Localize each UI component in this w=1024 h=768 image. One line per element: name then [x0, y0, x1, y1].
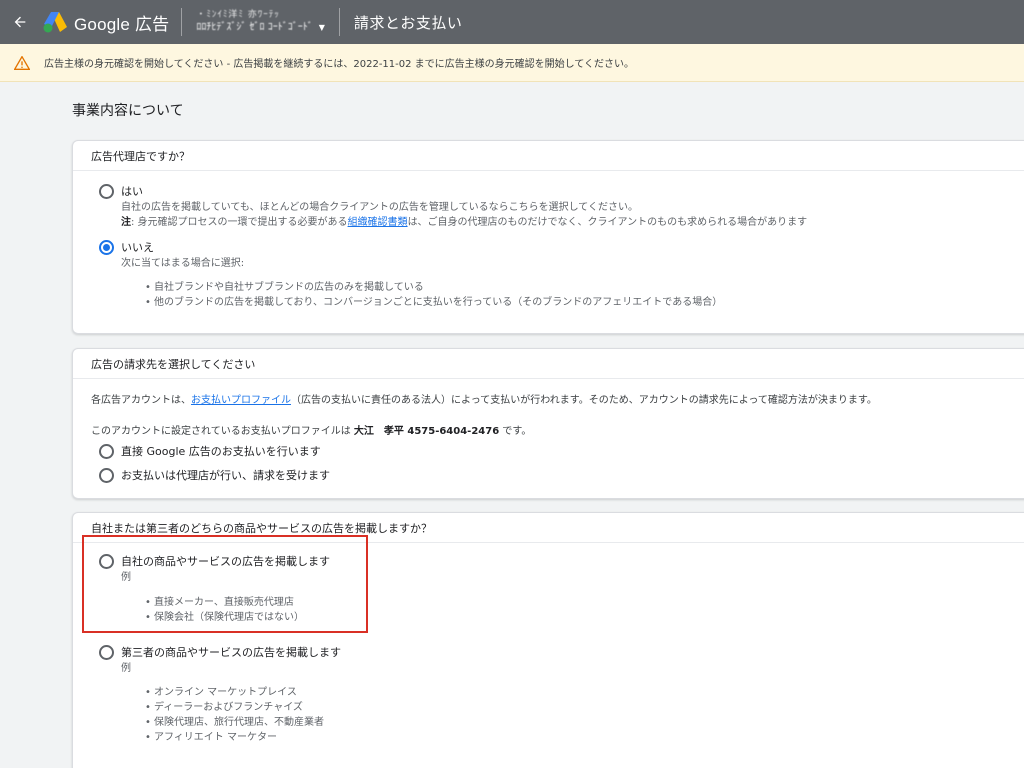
card-header: 広告の請求先を選択してください: [73, 349, 1024, 379]
arrow-back-icon: [14, 16, 26, 28]
agency-card: 広告代理店ですか？ はい 自社の広告を掲載していても、ほとんどの場合クライアント…: [72, 140, 1024, 334]
product-name: Google 広告: [74, 14, 170, 34]
chevron-down-icon: ▼: [318, 22, 325, 32]
option-desc: 次に当てはまる場合に選択:: [121, 258, 245, 269]
payment-profile-link[interactable]: お支払いプロファイル: [191, 395, 291, 406]
header-divider: [338, 8, 340, 36]
list-item: オンライン マーケットプレイス: [145, 685, 324, 700]
agency-yes-radio[interactable]: [99, 184, 114, 199]
option-note: 注: 身元確認プロセスの一環で提出する必要がある組織確認書類は、ご自身の代理店の…: [121, 213, 807, 228]
billing-direct-radio[interactable]: [99, 444, 114, 459]
info-text-end: （広告の支払いに責任のある法人）によって支払いが行われます。そのため、アカウント…: [291, 395, 877, 406]
agency-no-bullets: 自社ブランドや自社サブブランドの広告のみを掲載している 他のブランドの広告を掲載…: [145, 280, 722, 310]
list-item: 他のブランドの広告を掲載しており、コンバージョンごとに支払いを行っている（そのブ…: [145, 295, 722, 310]
note-text: : 身元確認プロセスの一環で提出する必要がある: [131, 217, 348, 228]
billing-agency-radio[interactable]: [99, 468, 114, 483]
google-ads-logo-icon: [43, 12, 67, 33]
list-item: 自社ブランドや自社サブブランドの広告のみを掲載している: [145, 280, 722, 295]
header-divider: [181, 8, 183, 36]
list-item: 保険代理店、旅行代理店、不動産業者: [145, 715, 324, 730]
top-bar: Google 広告 ・ﾐﾝｲﾐ洋ﾐ 亦ﾜｰﾃｯ ﾛﾛﾁﾋﾃﾞｽﾞｼﾞ ｾﾞﾛ ｺ…: [0, 0, 1024, 44]
list-item: アフィリエイト マーケター: [145, 730, 324, 745]
note-label: 注: [121, 217, 131, 228]
google-ads-logo[interactable]: Google 広告: [42, 10, 169, 35]
example-label: 例: [121, 663, 131, 674]
option-label: 直接 Google 広告のお支払いを行います: [121, 445, 321, 458]
payment-profile-name: 大江 孝平 4575-6404-2476: [353, 426, 500, 437]
info-text-end: です。: [499, 426, 532, 437]
account-name: ・ﾐﾝｲﾐ洋ﾐ 亦ﾜｰﾃｯ: [196, 9, 280, 20]
option-desc: 自社の広告を掲載していても、ほとんどの場合クライアントの広告を管理しているならこ…: [121, 202, 638, 213]
payment-profile-text: このアカウントに設定されているお支払いプロファイルは 大江 孝平 4575-64…: [91, 422, 531, 437]
option-label: はい: [121, 185, 143, 198]
billing-info-text: 各広告アカウントは、お支払いプロファイル（広告の支払いに責任のある法人）によって…: [91, 391, 877, 406]
third-party-bullets: オンライン マーケットプレイス ディーラーおよびフランチャイズ 保険代理店、旅行…: [145, 685, 324, 745]
page-title: 請求とお支払い: [353, 13, 463, 32]
option-label: お支払いは代理店が行い、請求を受けます: [121, 469, 330, 482]
agency-no-radio[interactable]: [99, 240, 114, 255]
third-party-radio[interactable]: [99, 645, 114, 660]
option-label: 第三者の商品やサービスの広告を掲載します: [121, 646, 341, 659]
warning-banner: 広告主様の身元確認を開始してください - 広告掲載を継続するには、2022-11…: [0, 44, 1024, 82]
highlight-box: [82, 535, 368, 633]
billing-card: 広告の請求先を選択してください 各広告アカウントは、お支払いプロファイル（広告の…: [72, 348, 1024, 499]
org-documents-link[interactable]: 組織確認書類: [348, 217, 408, 228]
option-label: いいえ: [121, 241, 154, 254]
list-item: ディーラーおよびフランチャイズ: [145, 700, 324, 715]
note-text-end: は、ご自身の代理店のものだけでなく、クライアントのものも求められる場合があります: [407, 217, 808, 228]
account-id: ﾛﾛﾁﾋﾃﾞｽﾞｼﾞ ｾﾞﾛ ｺｰﾄﾞｺﾞｰﾄﾞ: [196, 22, 313, 34]
info-text: このアカウントに設定されているお支払いプロファイルは: [91, 426, 354, 437]
warning-icon: [14, 55, 32, 70]
info-text: 各広告アカウントは、: [91, 395, 191, 406]
card-header: 広告代理店ですか？: [73, 141, 1024, 171]
account-selector[interactable]: ・ﾐﾝｲﾐ洋ﾐ 亦ﾜｰﾃｯ ﾛﾛﾁﾋﾃﾞｽﾞｼﾞ ｾﾞﾛ ｺｰﾄﾞｺﾞｰﾄﾞ ▼: [196, 10, 325, 35]
warning-text: 広告主様の身元確認を開始してください - 広告掲載を継続するには、2022-11…: [44, 59, 635, 70]
back-button[interactable]: [0, 0, 40, 44]
section-title: 事業内容について: [72, 103, 184, 119]
